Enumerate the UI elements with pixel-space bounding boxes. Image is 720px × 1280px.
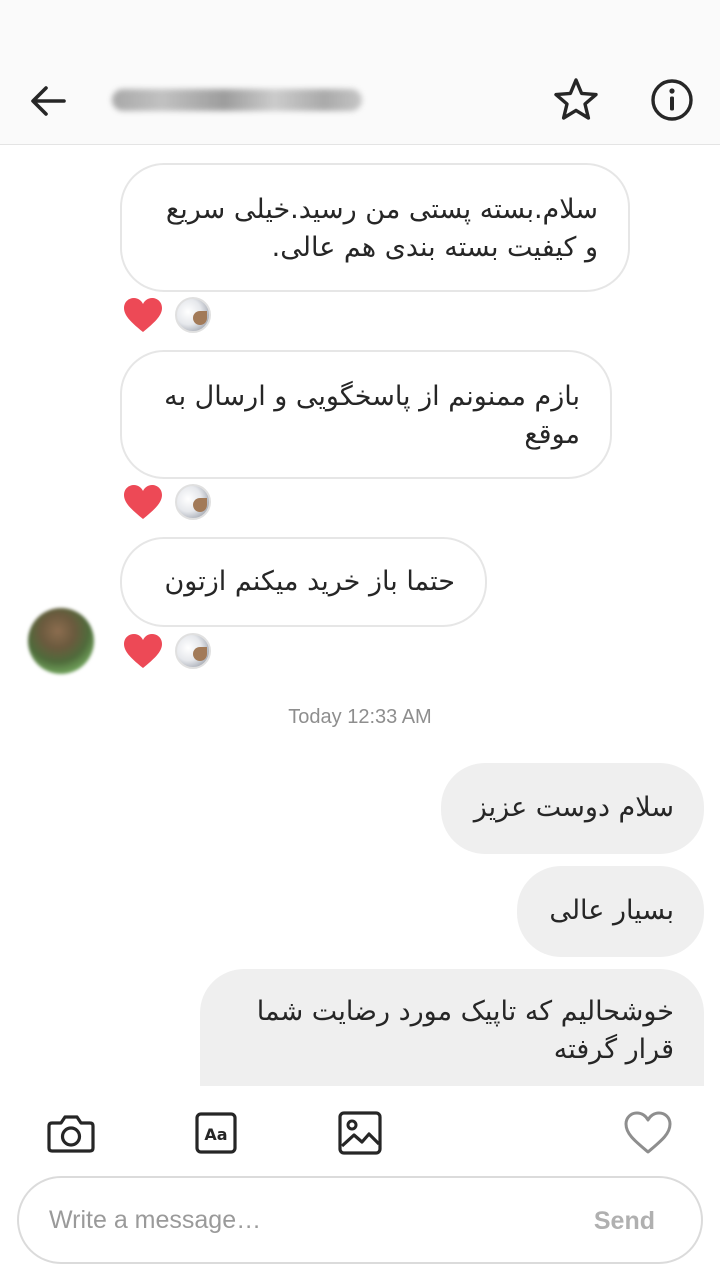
back-button[interactable] (26, 78, 72, 124)
status-area (0, 0, 720, 62)
outgoing-message[interactable]: بسیار عالی (517, 866, 704, 957)
message-composer: Send (17, 1176, 703, 1264)
message-text: سلام دوست عزیز (473, 792, 674, 823)
outgoing-message[interactable]: خوشحالیم که تاپیک مورد رضایت شما قرار گر… (200, 969, 704, 1086)
incoming-message[interactable]: سلام.بسته پستی من رسید.خیلی سریع و کیفیت… (120, 163, 630, 292)
star-icon (554, 78, 598, 120)
text-style-button[interactable]: Aa (191, 1108, 241, 1158)
outgoing-message[interactable]: سلام دوست عزیز (441, 763, 704, 854)
like-button[interactable] (622, 1108, 672, 1158)
message-text: بازم ممنونم از پاسخگویی و ارسال به موقع (164, 381, 580, 450)
send-button[interactable]: Send (594, 1206, 655, 1236)
chat-header (0, 62, 720, 145)
info-icon (651, 79, 693, 121)
gallery-button[interactable] (335, 1108, 385, 1158)
reactor-avatar[interactable] (175, 297, 211, 333)
star-button[interactable] (550, 74, 602, 126)
camera-icon (47, 1115, 95, 1153)
text-style-icon: Aa (195, 1112, 237, 1154)
reactor-avatar[interactable] (175, 633, 211, 669)
heart-reaction-icon (124, 634, 162, 668)
arrow-left-icon (31, 86, 66, 116)
gallery-icon (338, 1111, 382, 1155)
heart-icon (624, 1111, 672, 1154)
message-text: حتما باز خرید میکنم ازتون (164, 566, 455, 597)
heart-reaction-icon (124, 298, 162, 332)
incoming-message[interactable]: حتما باز خرید میکنم ازتون (120, 537, 487, 627)
svg-text:Aa: Aa (204, 1125, 227, 1144)
contact-name[interactable] (112, 89, 362, 111)
message-input[interactable] (49, 1198, 549, 1242)
heart-reaction-icon (124, 485, 162, 519)
incoming-message[interactable]: بازم ممنونم از پاسخگویی و ارسال به موقع (120, 350, 612, 479)
camera-button[interactable] (46, 1108, 96, 1158)
sender-avatar[interactable] (28, 608, 94, 674)
message-text: خوشحالیم که تاپیک مورد رضایت شما قرار گر… (256, 996, 674, 1065)
message-text: بسیار عالی (549, 895, 674, 926)
message-timestamp: Today 12:33 AM (288, 706, 432, 728)
message-text: سلام.بسته پستی من رسید.خیلی سریع و کیفیت… (165, 194, 598, 263)
info-button[interactable] (646, 74, 698, 126)
reactor-avatar[interactable] (175, 484, 211, 520)
